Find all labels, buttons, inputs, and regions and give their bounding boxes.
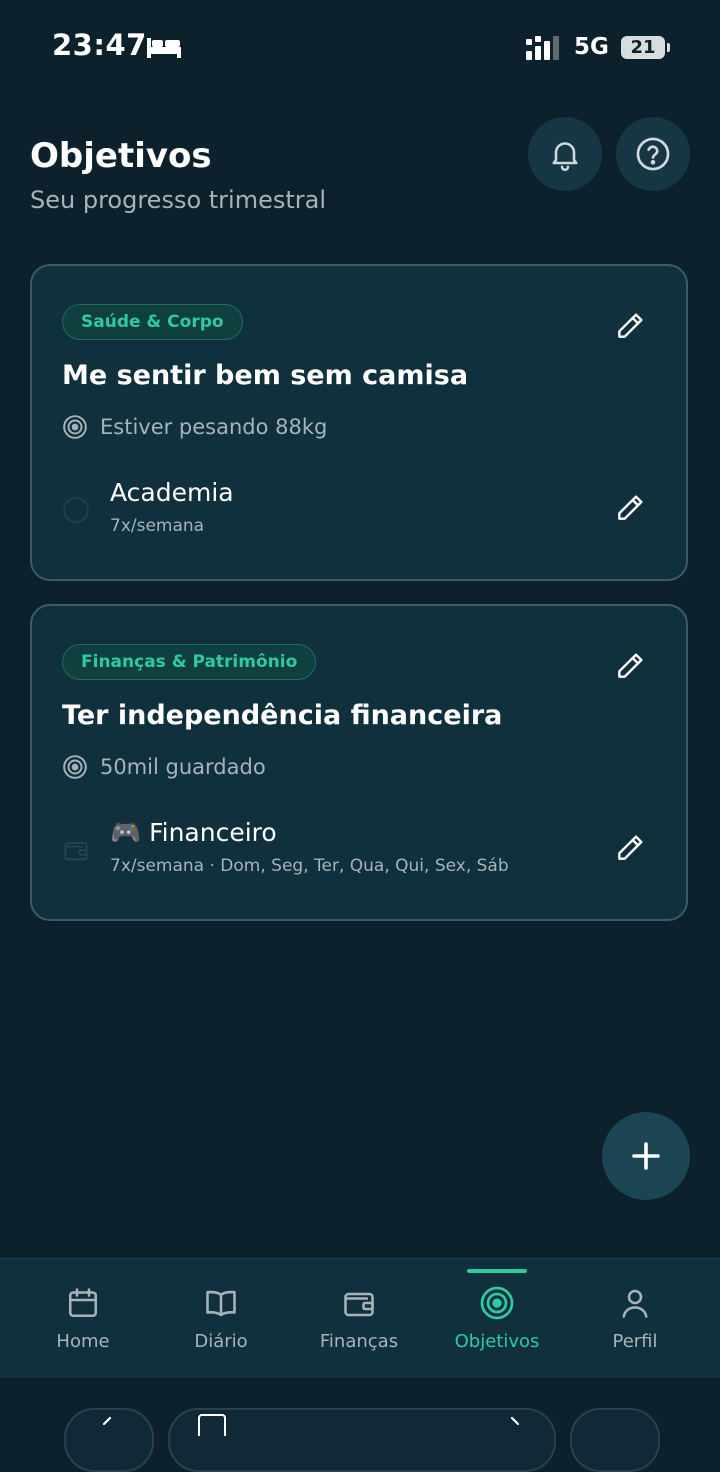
habit-checkbox[interactable] <box>62 496 90 528</box>
pencil-icon <box>618 653 643 678</box>
edit-goal-button[interactable] <box>610 646 650 686</box>
page-title: Objetivos <box>30 136 212 176</box>
status-time: 23:47 <box>52 28 147 62</box>
target-icon <box>480 1286 514 1320</box>
signal-icon <box>526 36 564 64</box>
goal-title: Ter independência financeira <box>62 700 503 731</box>
nav-label: Finanças <box>319 1331 399 1352</box>
target-icon <box>63 755 87 779</box>
notifications-button[interactable] <box>528 117 602 191</box>
plus-icon <box>632 1142 660 1170</box>
page-subtitle: Seu progresso trimestral <box>30 186 327 214</box>
goal-card[interactable]: Saúde & Corpo Me sentir bem sem camisa E… <box>30 264 688 581</box>
goal-title: Me sentir bem sem camisa <box>62 360 469 391</box>
active-tab-indicator <box>467 1269 527 1273</box>
wallet-icon <box>64 841 88 861</box>
chevron-left-icon <box>102 1416 112 1426</box>
bed-icon <box>146 36 182 64</box>
book-icon <box>206 1290 236 1317</box>
system-address-bar[interactable] <box>168 1408 556 1472</box>
help-button[interactable] <box>616 117 690 191</box>
pencil-icon <box>618 313 643 338</box>
habit-name: Academia <box>110 478 234 507</box>
network-label: 5G <box>574 34 609 60</box>
pencil-icon <box>618 835 643 860</box>
habit-name: 🎮 Financeiro <box>110 818 277 847</box>
goal-target: 50mil guardado <box>62 754 266 780</box>
edit-habit-button[interactable] <box>610 828 650 868</box>
target-icon <box>63 415 87 439</box>
add-goal-button[interactable] <box>602 1112 690 1200</box>
category-tag: Saúde & Corpo <box>62 304 243 340</box>
goal-target-text: 50mil guardado <box>100 755 266 779</box>
help-icon <box>636 137 670 171</box>
system-back-button[interactable] <box>64 1408 154 1472</box>
system-navigation-bar <box>0 1378 720 1472</box>
calendar-icon <box>68 1288 98 1318</box>
user-icon <box>622 1289 648 1318</box>
nav-label: Diário <box>194 1331 248 1352</box>
bell-icon <box>552 142 578 171</box>
goal-card[interactable]: Finanças & Patrimônio Ter independência … <box>30 604 688 921</box>
habit-wallet-indicator[interactable] <box>62 836 90 868</box>
wallet-icon <box>344 1292 374 1317</box>
nav-item-perfil[interactable]: Perfil <box>566 1259 704 1379</box>
battery-indicator: 21 <box>621 36 670 59</box>
tab-icon <box>198 1414 226 1436</box>
bottom-nav: Home Diário Finanças Objetivos Perfil <box>0 1258 720 1379</box>
nav-item-financas[interactable]: Finanças <box>290 1259 428 1379</box>
category-tag: Finanças & Patrimônio <box>62 644 317 680</box>
goal-target: Estiver pesando 88kg <box>62 414 327 440</box>
habit-frequency: 7x/semana <box>110 516 205 536</box>
nav-item-home[interactable]: Home <box>14 1259 152 1379</box>
goal-target-text: Estiver pesando 88kg <box>100 415 328 439</box>
pencil-icon <box>618 495 643 520</box>
nav-label: Perfil <box>612 1331 658 1352</box>
checkbox-circle-icon <box>63 497 89 523</box>
edit-goal-button[interactable] <box>610 306 650 346</box>
system-menu-button[interactable] <box>570 1408 660 1472</box>
nav-item-objetivos[interactable]: Objetivos <box>428 1259 566 1379</box>
forward-arrow-icon <box>510 1416 520 1426</box>
edit-habit-button[interactable] <box>610 488 650 528</box>
nav-label: Home <box>56 1331 110 1352</box>
nav-label: Objetivos <box>454 1331 540 1352</box>
habit-frequency: 7x/semana · Dom, Seg, Ter, Qua, Qui, Sex… <box>110 856 509 876</box>
nav-item-diario[interactable]: Diário <box>152 1259 290 1379</box>
